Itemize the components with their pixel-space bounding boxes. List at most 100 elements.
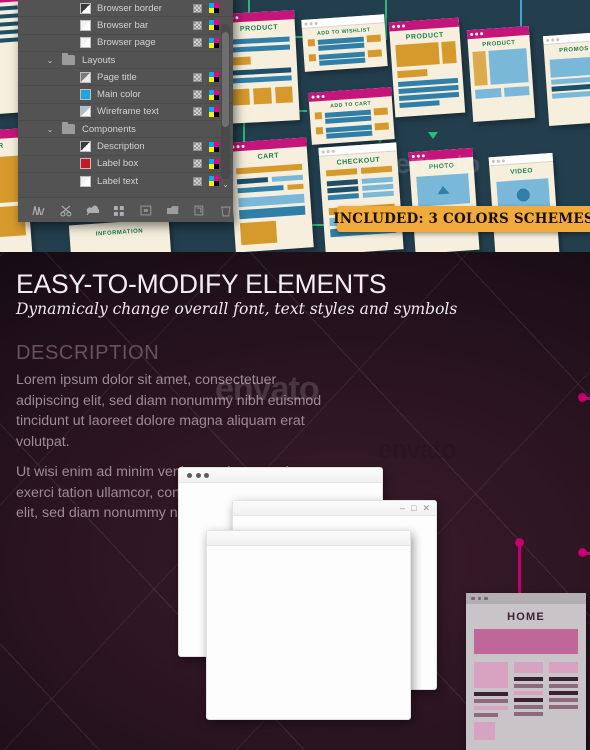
- layer-row[interactable]: Browser page: [18, 35, 233, 52]
- layer-row[interactable]: Wireframe text: [18, 104, 233, 122]
- layer-row[interactable]: Main color: [18, 86, 233, 104]
- layer-group-row[interactable]: ⌄ Layouts: [18, 52, 233, 70]
- target-checkbox-icon[interactable]: [193, 176, 202, 186]
- make-clipping-mask-icon[interactable]: [59, 204, 73, 217]
- layer-thumbnail-icon: [80, 141, 91, 153]
- layer-thumbnail-icon: [80, 2, 91, 14]
- layers-scrollbar[interactable]: ⌄: [221, 24, 230, 189]
- layer-group-name: Components: [82, 123, 136, 135]
- layer-row[interactable]: Browser bar: [18, 17, 233, 35]
- wireframe-card: INFORMATION: [68, 218, 172, 252]
- description-title: DESCRIPTION: [16, 342, 160, 364]
- cmyk-color-icon: [209, 3, 219, 14]
- mockup-title: HOME: [507, 611, 545, 623]
- chevron-down-icon[interactable]: ⌄: [44, 125, 56, 134]
- wireframe-card: ADD TO CART: [308, 87, 395, 145]
- layer-row[interactable]: Page title: [18, 69, 233, 87]
- layer-name: Label box: [97, 158, 139, 170]
- mockup-hero-block: [474, 629, 578, 654]
- layer-thumbnail-icon: [80, 89, 91, 101]
- window-titlebar: [207, 531, 410, 546]
- cmyk-color-icon: [209, 20, 219, 31]
- folder-icon: [62, 52, 75, 66]
- scroll-down-icon[interactable]: ⌄: [221, 180, 230, 189]
- description-paragraph-1: Lorem ipsum dolor sit amet, consectetuer…: [16, 372, 322, 450]
- collect-in-new-layer-icon[interactable]: [139, 204, 153, 217]
- window-dots-icon: [187, 473, 209, 478]
- target-checkbox-icon[interactable]: [193, 20, 202, 30]
- minimize-icon[interactable]: –: [400, 503, 405, 513]
- cmyk-color-icon: [209, 89, 219, 100]
- layers-panel-footer[interactable]: [18, 197, 233, 222]
- wireframe-card: ADD TO WISHLIST: [301, 14, 388, 72]
- included-schemes-banner: INCLUDED: 3 COLORS SCHEMES: [333, 206, 590, 232]
- layer-row[interactable]: Browser border: [18, 0, 233, 18]
- wireframe-card: CHECKOUT: [318, 142, 404, 252]
- layer-name: Browser border: [97, 2, 162, 14]
- close-icon[interactable]: ✕: [422, 503, 430, 514]
- mockup-titlebar: [466, 593, 586, 604]
- target-checkbox-icon[interactable]: [193, 142, 202, 152]
- layer-name: Browser page: [97, 37, 156, 49]
- chevron-down-icon[interactable]: ⌄: [44, 56, 56, 65]
- top-preview-section: PRODUCT ADD TO WISHLIST ADD TO CART PROD…: [0, 0, 590, 252]
- card-title: PRODUCT: [239, 24, 279, 34]
- target-checkbox-icon[interactable]: [193, 38, 202, 48]
- scrollbar-thumb[interactable]: [222, 32, 229, 127]
- wireframe-card: VIDEO: [488, 152, 560, 252]
- release-clipping-mask-icon[interactable]: [86, 204, 100, 217]
- flow-arrow: [428, 132, 438, 139]
- locate-object-icon[interactable]: [32, 204, 46, 217]
- flow-node: [515, 538, 524, 547]
- cmyk-color-icon: [209, 37, 219, 48]
- window-titlebar: [179, 468, 382, 483]
- wireframe-card: PHOTO: [408, 147, 480, 252]
- cmyk-color-icon: [209, 106, 219, 117]
- layer-row[interactable]: Label text: [18, 173, 233, 188]
- target-checkbox-icon[interactable]: [193, 107, 202, 117]
- maximize-icon[interactable]: □: [411, 503, 416, 513]
- layer-thumbnail-icon: [80, 71, 91, 83]
- layer-name: Main color: [97, 89, 141, 101]
- layer-name: Description: [97, 141, 145, 153]
- bottom-feature-section: EASY-TO-MODIFY ELEMENTS Dynamicaly chang…: [0, 252, 590, 750]
- layer-row[interactable]: Label box: [18, 156, 233, 173]
- layer-thumbnail-icon: [80, 106, 91, 118]
- duplicate-layer-icon[interactable]: [193, 204, 207, 217]
- flow-node: [578, 548, 587, 557]
- layer-thumbnail-icon: [80, 19, 91, 31]
- wireframe-card: PROMOS: [542, 32, 590, 126]
- layer-thumbnail-icon: [80, 175, 91, 187]
- wireframe-card: CART: [228, 137, 314, 252]
- page-subtitle: Dynamicaly change overall font, text sty…: [16, 300, 458, 318]
- layer-thumbnail-icon: [80, 158, 91, 170]
- delete-layer-icon[interactable]: [219, 204, 233, 217]
- cmyk-color-icon: [209, 72, 219, 83]
- target-checkbox-icon[interactable]: [193, 159, 202, 169]
- cmyk-color-icon: [209, 176, 219, 187]
- wireframe-card: PRODUCT: [222, 10, 300, 124]
- layer-group-row[interactable]: ⌄ Components: [18, 121, 233, 139]
- layer-thumbnail-icon: [80, 37, 91, 49]
- target-checkbox-icon[interactable]: [193, 3, 202, 13]
- layer-group-name: Layouts: [82, 54, 116, 66]
- banner-text: INCLUDED: 3 COLORS SCHEMES: [333, 211, 590, 227]
- layer-row[interactable]: Description: [18, 138, 233, 156]
- home-mockup-window: HOME: [466, 593, 586, 750]
- wireframe-card: PRODUCT: [466, 25, 536, 123]
- create-new-sublayer-icon[interactable]: [112, 204, 126, 217]
- target-checkbox-icon[interactable]: [193, 72, 202, 82]
- wireframe-card: PRODUCT: [388, 17, 466, 118]
- cmyk-color-icon: [209, 158, 219, 169]
- flow-node: [578, 393, 587, 402]
- layer-name: Label text: [97, 175, 139, 187]
- target-checkbox-icon[interactable]: [193, 90, 202, 100]
- layer-name: Wireframe text: [97, 106, 159, 118]
- layers-panel[interactable]: Browser border Browser bar Browser page: [18, 0, 233, 222]
- new-layer-icon[interactable]: [166, 204, 180, 217]
- window-titlebar[interactable]: – □ ✕: [233, 501, 436, 516]
- layer-name: Page title: [97, 71, 137, 83]
- poster-stage: PRODUCT ADD TO WISHLIST ADD TO CART PROD…: [0, 0, 590, 750]
- layers-list[interactable]: Browser border Browser bar Browser page: [18, 0, 233, 188]
- folder-icon: [62, 121, 75, 135]
